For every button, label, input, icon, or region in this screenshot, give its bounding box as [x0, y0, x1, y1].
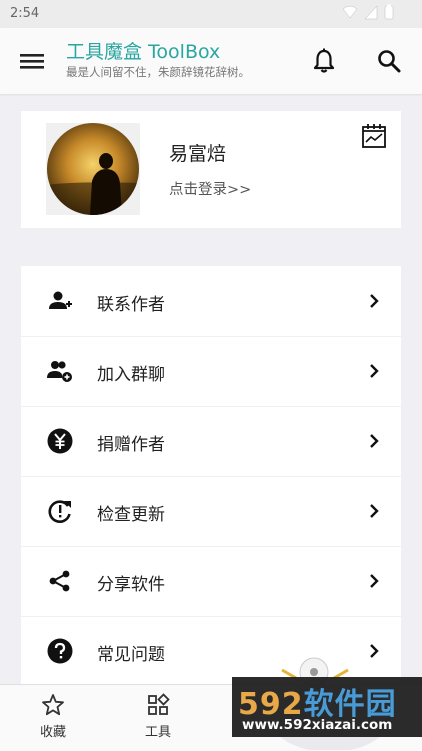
tab-label: 收藏: [39, 725, 66, 740]
chevron-right-icon: [370, 434, 379, 448]
update-icon: [48, 500, 71, 523]
chevron-right-icon: [370, 364, 379, 378]
status-time: 2:54: [10, 6, 40, 21]
menu-item-label: 联系作者: [97, 295, 165, 315]
menu-item-label: 检查更新: [97, 505, 165, 525]
menu-item-check-update[interactable]: 检查更新: [21, 476, 401, 547]
status-bar: 2:54: [0, 0, 422, 28]
status-icons: [342, 4, 394, 20]
user-name: 易富焙: [169, 143, 227, 165]
menu-item-label: 捐赠作者: [97, 435, 165, 455]
wifi-icon: [342, 5, 358, 19]
yuan-icon: [47, 428, 73, 454]
menu-item-join-group[interactable]: 加入群聊: [21, 336, 401, 407]
tab-tools[interactable]: 工具: [118, 693, 198, 740]
chevron-right-icon: [370, 574, 379, 588]
menu-item-label: 常见问题: [97, 645, 165, 665]
app-subtitle: 最是人间留不住，朱颜辞镜花辞树。: [66, 65, 250, 79]
tab-label: 工具: [144, 725, 171, 740]
group-add-icon: [47, 361, 72, 382]
calendar-chart-icon[interactable]: [361, 123, 387, 149]
profile-card: 易富焙 点击登录>>: [21, 111, 401, 228]
avatar[interactable]: [46, 123, 140, 215]
menu-item-label: 分享软件: [97, 575, 165, 595]
menu-list: 联系作者 加入群聊 捐赠作者 检查更新 分享软件 常见问题: [21, 266, 401, 696]
menu-item-label: 加入群聊: [97, 365, 165, 385]
bell-icon[interactable]: [312, 48, 336, 74]
signal-icon: [364, 5, 378, 20]
star-icon: [42, 694, 64, 716]
chevron-right-icon: [370, 504, 379, 518]
search-icon[interactable]: [376, 48, 402, 74]
app-title: 工具魔盒 ToolBox: [66, 41, 221, 63]
login-link[interactable]: 点击登录>>: [169, 178, 251, 199]
add-person-icon: [49, 291, 72, 309]
menu-item-contact-author[interactable]: 联系作者: [21, 266, 401, 337]
share-icon: [49, 570, 70, 592]
app-bar: 工具魔盒 ToolBox 最是人间留不住，朱颜辞镜花辞树。: [0, 28, 422, 94]
menu-icon[interactable]: [18, 50, 46, 72]
battery-icon: [384, 4, 394, 20]
watermark-url: www.592xiazai.com: [242, 717, 393, 733]
apps-icon: [148, 693, 170, 715]
app-title-block: 工具魔盒 ToolBox 最是人间留不住，朱颜辞镜花辞树。: [66, 40, 250, 80]
watermark-banner: 592软件园 www.592xiazai.com: [232, 677, 422, 737]
menu-item-donate[interactable]: 捐赠作者: [21, 406, 401, 477]
menu-item-share[interactable]: 分享软件: [21, 546, 401, 617]
chevron-right-icon: [370, 294, 379, 308]
tab-favorites[interactable]: 收藏: [13, 693, 93, 740]
help-icon: [47, 638, 73, 664]
